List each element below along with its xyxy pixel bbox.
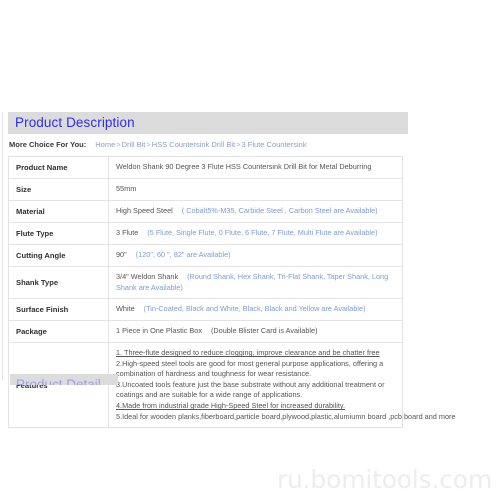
spec-key-cutting-angle: Cutting Angle xyxy=(8,244,109,267)
spec-value-text: White xyxy=(116,304,135,314)
breadcrumb-item-3-flute-countersink[interactable]: 3 Flute Countersink xyxy=(242,140,307,149)
breadcrumb-item-drill-bit[interactable]: Drill Bit xyxy=(122,140,146,149)
next-section-header-bar: Product Detail xyxy=(10,374,118,385)
breadcrumb-item-hss-countersink-drill-bit[interactable]: HSS Countersink Drill Bit xyxy=(152,140,235,149)
spec-value-product-name: Weldon Shank 90 Degree 3 Flute HSS Count… xyxy=(108,156,403,179)
spec-options-text: ( Cobalt5%-M35, Carbide Steel , Carbon S… xyxy=(181,206,378,216)
table-row: Flute Type 3 Flute (5 Flute, Single Flute… xyxy=(8,222,403,245)
spec-key-surface-finish: Surface Finish xyxy=(8,298,109,322)
table-row: Cutting Angle 90" (120", 60 ", 82" are Av… xyxy=(8,244,403,267)
spec-key-features: Features xyxy=(8,342,109,429)
feature-line-3: 3.Uncoated tools feature just the base s… xyxy=(116,379,385,400)
next-section-title: Product Detail xyxy=(16,377,101,385)
site-watermark: ru.bomitools.com xyxy=(276,465,492,494)
spec-value-text: 90" xyxy=(116,250,127,260)
spec-value-text: 55mm xyxy=(116,184,137,194)
spec-value-cutting-angle: 90" (120", 60 ", 82" are Available) xyxy=(108,244,403,267)
page-left-rule xyxy=(2,112,3,380)
spec-options-text: (Tin-Coated, Black and White, Black, Bla… xyxy=(143,304,366,314)
spec-value-surface-finish: White (Tin-Coated, Black and White, Black… xyxy=(108,298,403,322)
spec-value-text: Weldon Shank 90 Degree 3 Flute HSS Count… xyxy=(116,162,372,172)
spec-value-features: 1. Three-flute designed to reduce cloggi… xyxy=(108,342,456,429)
spec-value-flute-type: 3 Flute (5 Flute, Single Flute, 0 Flute, … xyxy=(108,222,403,245)
breadcrumb-label: More Choice For You: xyxy=(9,140,87,149)
spec-value-text: 1 Piece in One Plastic Box xyxy=(116,326,202,336)
spec-value-text: 3 Flute xyxy=(116,228,139,238)
spec-value-shank-type: 3/4" Weldon Shank (Round Shank, Hex Shank… xyxy=(108,265,403,300)
spec-key-shank-type: Shank Type xyxy=(8,265,109,300)
spec-key-product-name: Product Name xyxy=(8,156,109,179)
breadcrumb-trail: Home>Drill Bit>HSS Countersink Drill Bit… xyxy=(95,140,306,149)
spec-table-body: Product Name Weldon Shank 90 Degree 3 Fl… xyxy=(8,156,456,429)
spec-value-package: 1 Piece in One Plastic Box (Double Bliste… xyxy=(108,320,403,344)
spec-key-size: Size xyxy=(8,178,109,201)
table-row: Surface Finish White (Tin-Coated, Black a… xyxy=(8,298,403,322)
table-row: Material High Speed Steel ( Cobalt5%-M35,… xyxy=(8,200,403,223)
spec-value-text: 3/4" Weldon Shank xyxy=(116,272,179,281)
table-row: Shank Type 3/4" Weldon Shank (Round Shank… xyxy=(8,265,403,300)
spec-key-package: Package xyxy=(8,320,109,344)
table-row: Size 55mm xyxy=(8,178,403,201)
spec-key-flute-type: Flute Type xyxy=(8,222,109,245)
spec-value-size: 55mm xyxy=(108,178,403,201)
spec-options-text: (120", 60 ", 82" are Available) xyxy=(135,250,231,260)
spec-value-material: High Speed Steel ( Cobalt5%-M35, Carbide … xyxy=(108,200,403,223)
spec-options-text: (5 Flute, Single Flute, 0 Flute, 6 Flute… xyxy=(147,228,378,238)
table-row: Product Name Weldon Shank 90 Degree 3 Fl… xyxy=(8,156,403,179)
table-row: Package 1 Piece in One Plastic Box (Doubl… xyxy=(8,320,403,344)
product-specification-table: Product Name Weldon Shank 90 Degree 3 Fl… xyxy=(8,156,456,429)
feature-line-5: 5.Ideal for wooden planks,fiberboard,par… xyxy=(116,411,456,421)
table-row-features: Features 1. Three-flute designed to redu… xyxy=(8,342,456,429)
feature-line-2: 2.High-speed steel tools are good for mo… xyxy=(116,358,384,379)
feature-line-4: 4.Made from industrial grade High-Speed … xyxy=(116,401,346,411)
spec-value-text: High Speed Steel xyxy=(116,206,173,216)
breadcrumb-item-home[interactable]: Home xyxy=(95,140,115,149)
breadcrumb: More Choice For You: Home>Drill Bit>HSS C… xyxy=(8,138,408,151)
spec-options-text: (Double Blister Card is Available) xyxy=(210,326,318,336)
page-title: Product Description xyxy=(15,115,135,130)
spec-key-material: Material xyxy=(8,200,109,223)
feature-line-1: 1. Three-flute designed to reduce cloggi… xyxy=(116,348,380,358)
section-header-bar: Product Description xyxy=(8,112,408,134)
